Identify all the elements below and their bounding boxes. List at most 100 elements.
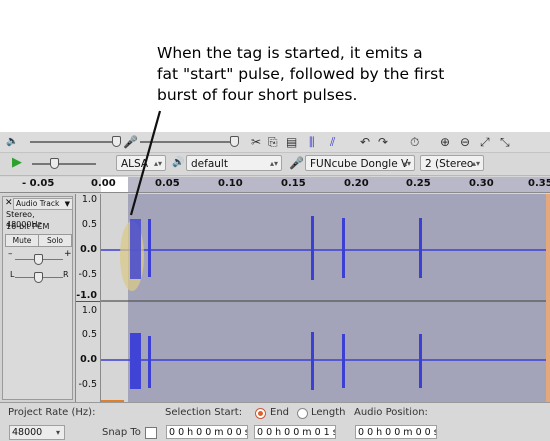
amp-label: 1.0 [81, 194, 97, 205]
track-bit-depth: 16-bit PCM [6, 222, 50, 231]
pulse [311, 216, 314, 280]
mute-button[interactable]: Mute [5, 234, 39, 247]
undo-icon[interactable]: ↶ [360, 132, 370, 152]
sync-lock-icon[interactable]: ⏱ [410, 132, 419, 152]
ruler-label: 0.25 [406, 178, 431, 189]
speaker-icon: 🔈 [6, 136, 19, 147]
gain-thumb[interactable] [34, 254, 43, 265]
audio-host-value: ALSA [121, 158, 149, 170]
ruler-label: - 0.05 [22, 178, 55, 189]
amp-label: 0.5 [81, 329, 97, 340]
recording-meter[interactable] [140, 141, 234, 143]
selection-toolbar: Project Rate (Hz): 48000 ▾ Snap To Selec… [0, 402, 550, 441]
fit-project-icon[interactable]: ⤡ [500, 132, 510, 152]
solo-button[interactable]: Solo [38, 234, 72, 247]
amp-label: -0.5 [78, 269, 97, 280]
pulse [342, 334, 345, 388]
amp-label: -1.0 [76, 290, 97, 301]
gain-minus-icon: – [8, 249, 13, 259]
selection-start-field[interactable]: 0 0 h 0 0 m 0 0 s [166, 425, 248, 439]
end-radio[interactable] [255, 408, 266, 419]
pulse [148, 336, 151, 388]
track-control-panel: ✕ Audio Track ▼ Stereo, 48000Hz 16-bit P… [0, 194, 76, 402]
snap-to-label: Snap To [102, 427, 141, 438]
project-rate-select[interactable]: 48000 ▾ [9, 425, 65, 440]
cut-icon[interactable]: ✂ [251, 132, 261, 152]
ruler-label: 0.00 [91, 178, 116, 189]
selection-end-field[interactable]: 0 0 h 0 0 m 0 1 s [254, 425, 336, 439]
pulse [148, 219, 151, 277]
selection-start-label: Selection Start: [165, 407, 243, 418]
recording-device-value: FUNcube Dongle V [310, 158, 409, 170]
silence-icon[interactable]: ⫽ [330, 132, 335, 152]
project-rate-value: 48000 [12, 427, 43, 438]
meter-toolbar: 🔈 🎤 ✂ ⎘ ▤ ⫼ ⫽ ↶ ↷ ⏱ ⊕ ⊖ ⤢ ⤡ [0, 132, 550, 154]
length-label: Length [311, 407, 346, 418]
ruler-label: 0.35 [528, 178, 550, 189]
zoom-out-icon[interactable]: ⊖ [460, 132, 470, 152]
start-pulse [130, 219, 141, 279]
redo-icon[interactable]: ↷ [378, 132, 388, 152]
pulse [311, 332, 314, 390]
meter-thumb[interactable] [112, 136, 121, 147]
selection-end-value: 0 0 h 0 0 m 0 1 s [257, 427, 336, 438]
microphone-icon: 🎤 [123, 135, 138, 149]
channels-value: 2 (Stereo [425, 158, 474, 170]
channels-select[interactable]: 2 (Stereo ▴▾ [420, 155, 484, 171]
track-menu-button[interactable]: Audio Track ▼ [13, 198, 73, 210]
zoom-in-icon[interactable]: ⊕ [440, 132, 450, 152]
audio-position-field[interactable]: 0 0 h 0 0 m 0 0 s [355, 425, 437, 439]
annotation-line: fat "start" pulse, followed by the first [157, 65, 445, 83]
selection-region [101, 194, 128, 402]
radio-dot [258, 411, 263, 416]
start-pulse [130, 333, 141, 389]
pan-left-label: L [10, 270, 15, 279]
pulse [419, 218, 422, 278]
audacity-window: 🔈 🎤 ✂ ⎘ ▤ ⫼ ⫽ ↶ ↷ ⏱ ⊕ ⊖ ⤢ ⤡ ▶ ALSA ▴▾ 🔊 d… [0, 132, 550, 441]
waveform-area[interactable] [101, 194, 546, 402]
fit-selection-icon[interactable]: ⤢ [480, 132, 490, 152]
pulse [342, 218, 345, 278]
chevron-down-icon: ▴▾ [153, 159, 162, 168]
amplitude-ruler: 1.0 0.5 0.0 -0.5 -1.0 1.0 0.5 0.0 -0.5 [76, 194, 101, 402]
chevron-down-icon: ▴▾ [269, 159, 278, 168]
selection-start-value: 0 0 h 0 0 m 0 0 s [169, 427, 248, 438]
track-background [101, 194, 546, 402]
audio-host-select[interactable]: ALSA ▴▾ [116, 155, 166, 171]
timeline-ruler[interactable]: - 0.05 0.00 0.05 0.10 0.15 0.20 0.25 0.3… [0, 177, 550, 193]
annotation-text: When the tag is started, it emits a fat … [157, 43, 547, 106]
length-radio[interactable] [297, 408, 308, 419]
playback-meter[interactable] [30, 141, 114, 143]
ruler-label: 0.05 [155, 178, 180, 189]
ruler-label: 0.20 [344, 178, 369, 189]
device-toolbar: ▶ ALSA ▴▾ 🔊 default ▴▾ 🎤 FUNcube Dongle V ▴… [0, 152, 550, 176]
playback-device-select[interactable]: default ▴▾ [186, 155, 282, 171]
play-speed-slider[interactable] [32, 163, 96, 165]
close-track-icon[interactable]: ✕ [5, 198, 13, 208]
snap-to-checkbox[interactable] [145, 427, 157, 439]
amp-label: 0.0 [80, 354, 97, 365]
pan-thumb[interactable] [34, 272, 43, 283]
project-rate-label: Project Rate (Hz): [8, 407, 96, 418]
meter-thumb[interactable] [230, 136, 239, 147]
amp-label: 1.0 [81, 305, 97, 316]
chevron-down-icon: ▴▾ [402, 159, 411, 168]
chevron-down-icon: ▼ [64, 200, 70, 208]
speed-thumb[interactable] [50, 158, 59, 169]
annotation-line: burst of four short pulses. [157, 86, 358, 104]
playback-device-value: default [191, 158, 228, 170]
paste-icon[interactable]: ▤ [286, 132, 297, 152]
ruler-label: 0.15 [281, 178, 306, 189]
ruler-label: 0.30 [469, 178, 494, 189]
pulse [419, 334, 422, 388]
copy-icon[interactable]: ⎘ [268, 132, 278, 152]
trim-icon[interactable]: ⫼ [309, 132, 315, 152]
audio-position-label: Audio Position: [354, 407, 428, 418]
gain-plus-icon: + [64, 249, 72, 259]
annotation-line: When the tag is started, it emits a [157, 44, 423, 62]
track-name: Audio Track [16, 199, 60, 208]
play-at-speed-icon[interactable]: ▶ [12, 153, 22, 173]
recording-device-select[interactable]: FUNcube Dongle V ▴▾ [305, 155, 415, 171]
amp-label: 0.5 [81, 219, 97, 230]
ruler-label: 0.10 [218, 178, 243, 189]
